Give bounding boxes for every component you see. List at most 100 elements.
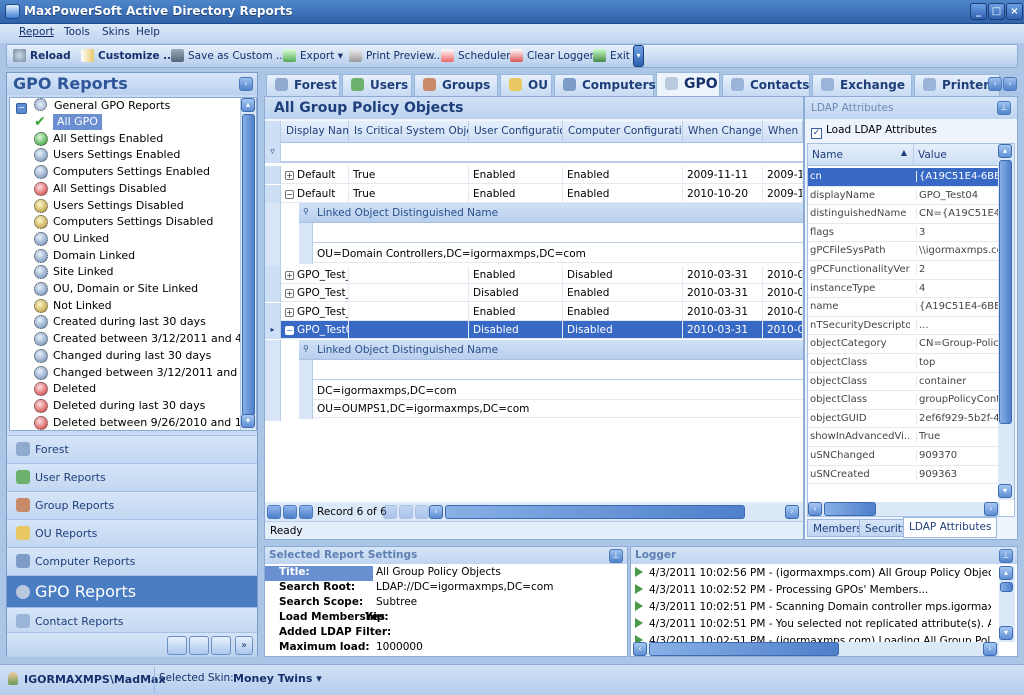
tree-item[interactable]: Users Settings Disabled (34, 198, 184, 214)
tree-item[interactable]: OU Linked (34, 231, 109, 247)
grid-cell[interactable]: Enabled (469, 265, 563, 284)
tree-item[interactable]: Users Settings Enabled (34, 147, 180, 163)
pin-button[interactable]: ⊥ (997, 101, 1011, 115)
grid-cell[interactable]: 2010-03-31 (683, 321, 763, 339)
grid-cell[interactable]: 2010-03 (763, 284, 803, 302)
table-row[interactable]: + GPO_Test_ Enabled Disabled 2010-03-31 2010-… (265, 265, 803, 284)
grid-cell[interactable]: True (349, 184, 469, 203)
first-record-button[interactable] (267, 505, 281, 519)
tree-item[interactable]: All Settings Disabled (34, 181, 167, 197)
grid-cell[interactable]: 2010-10-20 (683, 184, 763, 203)
grid-cell[interactable] (349, 321, 469, 339)
scroll-right-button[interactable]: › (984, 502, 998, 516)
ldap-row[interactable]: displayName GPO_Test04 (808, 187, 1000, 206)
nav-gpo-reports[interactable]: GPO Reports (7, 575, 257, 607)
detail-row[interactable]: DC=igormaxmps,DC=com (299, 381, 803, 400)
column-header[interactable]: Display Name (281, 121, 349, 143)
grid-cell[interactable]: Enabled (469, 184, 563, 203)
nav-small-forest-button[interactable] (167, 636, 187, 655)
ldap-row[interactable]: gPCFunctionalityVer... 2 (808, 261, 1000, 280)
tree-item[interactable]: Deleted (34, 381, 96, 397)
pin-button[interactable]: ⊥ (609, 549, 623, 563)
collapse-icon[interactable]: − (16, 103, 27, 114)
tree-item[interactable]: Computers Settings Disabled (34, 214, 213, 230)
exit-button[interactable]: Exit (593, 49, 630, 62)
grid-cell[interactable]: − GPO_Test0 (281, 321, 349, 339)
reload-button[interactable]: Reload (13, 49, 71, 62)
scroll-down-button[interactable]: ▾ (999, 626, 1013, 640)
grid-horizontal-scrollbar[interactable]: ‹ › (429, 505, 801, 519)
detail-header[interactable]: Linked Object Distinguished Name (299, 339, 803, 360)
tree-scrollbar[interactable]: ▴ ▾ (240, 98, 256, 430)
nav-small-printer-button[interactable] (189, 636, 209, 655)
ldap-row[interactable]: uSNCreated 909363 (808, 466, 1000, 485)
tree-item[interactable]: Changed between 3/12/2011 and 4... (34, 365, 256, 381)
tab-computers[interactable]: Computers (554, 74, 656, 96)
ldap-row[interactable]: objectGUID 2ef6f929-5b2f-4f5 (808, 410, 1000, 429)
grid-cell[interactable]: Disabled (469, 284, 563, 302)
grid-cell[interactable]: Enabled (563, 184, 683, 203)
tree-item[interactable]: Deleted between 9/26/2010 and 10... (34, 415, 256, 430)
tab-ldap-attributes[interactable]: LDAP Attributes (903, 517, 998, 538)
scroll-thumb[interactable] (1000, 582, 1013, 592)
tree-item[interactable]: Created during last 30 days (34, 314, 206, 330)
grid-cell[interactable]: − Default (281, 184, 349, 203)
scroll-thumb[interactable] (445, 505, 745, 519)
menu-help[interactable]: Help (136, 26, 160, 38)
tree-root[interactable]: − General GPO Reports (16, 98, 170, 114)
customize-button[interactable]: Customize ... (81, 49, 175, 62)
detail-filter-row[interactable] (299, 223, 803, 243)
column-header[interactable]: Computer Configuration (563, 121, 683, 143)
ldap-row[interactable]: uSNChanged 909370 (808, 447, 1000, 466)
scroll-up-button[interactable]: ▴ (999, 566, 1013, 580)
nav-group-reports[interactable]: Group Reports (7, 491, 257, 519)
prev-record-button[interactable] (299, 505, 313, 519)
grid-cell[interactable]: Enabled (563, 166, 683, 184)
grid-cell[interactable]: 2010-03 (763, 321, 803, 339)
ldap-row[interactable]: objectClass container (808, 373, 1000, 392)
ldap-row[interactable]: gPCFileSysPath \\igormaxmps.com (808, 242, 1000, 261)
tab-forest[interactable]: Forest (266, 74, 340, 96)
tree-item[interactable]: OU, Domain or Site Linked (34, 281, 198, 297)
grid-cell[interactable]: + Default (281, 166, 349, 184)
expand-icon[interactable]: + (285, 270, 294, 280)
tree-item[interactable]: Site Linked (34, 264, 114, 280)
scroll-thumb[interactable] (999, 160, 1012, 424)
scroll-thumb[interactable] (242, 114, 255, 416)
grid-cell[interactable]: 2010-03-31 (683, 265, 763, 284)
clear-logger-button[interactable]: Clear Logger (510, 49, 594, 62)
save-as-custom-button[interactable]: Save as Custom ... (171, 49, 286, 62)
expand-icon[interactable]: + (285, 289, 294, 298)
detail-filter-row[interactable] (299, 359, 803, 380)
close-button[interactable]: × (1006, 3, 1023, 20)
ldap-row[interactable]: flags 3 (808, 224, 1000, 243)
scroll-thumb[interactable] (824, 502, 876, 516)
tree-item[interactable]: ✔ All GPO (34, 114, 102, 130)
next-page-button[interactable] (399, 505, 413, 519)
grid-cell[interactable]: + GPO_Test_ (281, 265, 349, 284)
maximize-button[interactable]: □ (988, 3, 1005, 20)
detail-row[interactable]: OU=Domain Controllers,DC=igormaxmps,DC=c… (299, 245, 803, 263)
grid-cell[interactable]: 2009-10 (763, 184, 803, 203)
grid-cell[interactable]: Enabled (563, 302, 683, 321)
table-row[interactable]: − Default True Enabled Enabled 2010-10-20 2009… (265, 184, 803, 203)
scroll-up-button[interactable]: ▴ (241, 98, 255, 112)
grid-cell[interactable]: 2010-03-31 (683, 302, 763, 321)
column-header[interactable]: When Changed (683, 121, 763, 143)
tree-item[interactable]: Computers Settings Enabled (34, 164, 210, 180)
nav-user-reports[interactable]: User Reports (7, 463, 257, 491)
next-record-button[interactable] (383, 505, 397, 519)
menu-report[interactable]: Report (19, 26, 54, 38)
print-preview-button[interactable]: Print Preview... (349, 49, 443, 62)
load-ldap-checkbox[interactable]: ✓ Load LDAP Attributes (811, 124, 937, 139)
ldap-row[interactable]: name {A19C51E4-6BED- (808, 298, 1000, 317)
ldap-row[interactable]: objectClass top (808, 354, 1000, 373)
ldap-horizontal-scrollbar[interactable]: ‹ › (808, 502, 1000, 516)
tree-item[interactable]: Changed during last 30 days (34, 348, 211, 364)
grid-cell[interactable]: True (349, 166, 469, 184)
tree-item[interactable]: Deleted during last 30 days (34, 398, 205, 414)
pin-button[interactable]: ⊥ (999, 549, 1013, 563)
scroll-left-button[interactable]: ‹ (429, 505, 443, 519)
nav-forest[interactable]: Forest (7, 435, 257, 463)
nav-ou-reports[interactable]: OU Reports (7, 519, 257, 547)
